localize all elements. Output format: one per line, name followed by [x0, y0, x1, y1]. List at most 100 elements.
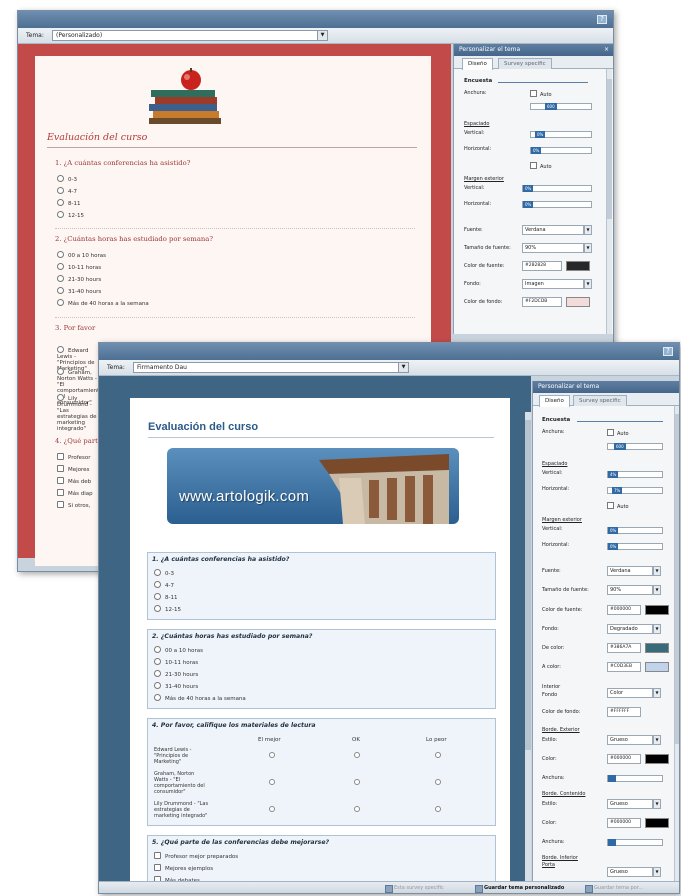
chevron-down-icon[interactable]: ▼ — [398, 363, 408, 372]
chevron-down-icon[interactable]: ▼ — [653, 867, 661, 877]
tab-survey-specific[interactable]: Survey specific — [573, 395, 627, 406]
matrix-radio[interactable] — [435, 806, 441, 812]
font-color-swatch[interactable] — [566, 261, 590, 271]
font-size-select[interactable]: 90% ▼ — [607, 585, 661, 595]
font-select[interactable]: Verdana ▼ — [607, 566, 661, 576]
radio-option[interactable]: 10-11 horas — [154, 658, 198, 666]
matrix-radio[interactable] — [354, 752, 360, 758]
from-color-swatch[interactable] — [645, 643, 669, 653]
radio-option[interactable]: 12-15 — [154, 605, 181, 613]
panel-scrollbar[interactable] — [606, 69, 612, 334]
vertical-slider[interactable]: 0% — [530, 131, 592, 138]
radio-option[interactable]: 8-11 — [154, 593, 177, 601]
font-select[interactable]: Verdana ▼ — [522, 225, 592, 235]
slider-knob[interactable]: 0% — [531, 147, 542, 154]
chevron-down-icon[interactable]: ▼ — [653, 688, 661, 698]
background-select[interactable]: Imagen ▼ — [522, 279, 592, 289]
font-color-input[interactable]: #282828 — [522, 261, 562, 271]
horizontal-slider[interactable]: 7% — [607, 487, 663, 494]
theme-select[interactable]: (Personalizado) ▼ — [52, 30, 328, 41]
from-color-input[interactable]: #386A7A — [607, 643, 641, 653]
font-color-swatch[interactable] — [645, 605, 669, 615]
matrix-radio[interactable] — [435, 779, 441, 785]
checkbox-option[interactable]: Mejores — [57, 465, 89, 473]
radio-option[interactable]: 0-3 — [57, 175, 77, 183]
matrix-radio[interactable] — [269, 779, 275, 785]
checkbox-option[interactable]: Más deb — [57, 477, 91, 485]
background-color-swatch[interactable] — [566, 297, 590, 307]
outer-vertical-slider[interactable]: 0% — [607, 527, 663, 534]
checkbox-option[interactable]: Profesor mejor preparados — [154, 852, 238, 860]
border-width-slider[interactable] — [607, 839, 663, 846]
section-survey[interactable]: Encuesta — [464, 78, 492, 84]
scrollbar-thumb[interactable] — [675, 414, 679, 744]
outer-vertical-slider[interactable]: 0% — [522, 185, 592, 192]
matrix-radio[interactable] — [435, 752, 441, 758]
radio-option[interactable]: 21-30 hours — [57, 275, 101, 283]
chevron-down-icon[interactable]: ▼ — [653, 585, 661, 595]
width-slider[interactable]: 600 — [607, 443, 663, 450]
radio-option[interactable]: 21-30 hours — [154, 670, 198, 678]
auto-checkbox[interactable]: Auto — [530, 162, 552, 170]
font-size-select[interactable]: 90% ▼ — [522, 243, 592, 253]
tab-design[interactable]: Diseño — [462, 58, 493, 70]
checkbox-option[interactable]: Profesor — [57, 453, 91, 461]
slider-knob[interactable] — [608, 839, 616, 846]
radio-option[interactable]: 00 a 10 horas — [154, 646, 203, 654]
chevron-down-icon[interactable]: ▼ — [584, 243, 592, 253]
matrix-radio[interactable] — [269, 806, 275, 812]
border-width-slider[interactable] — [607, 775, 663, 782]
matrix-radio[interactable] — [354, 779, 360, 785]
section-survey[interactable]: Encuesta — [542, 417, 570, 423]
border-color-input[interactable]: #000000 — [607, 754, 641, 764]
slider-knob[interactable]: 600 — [545, 103, 557, 110]
slider-knob[interactable]: 0% — [523, 201, 534, 208]
bg-color-input[interactable]: #FFFFFF — [607, 707, 641, 717]
border-color-swatch[interactable] — [645, 818, 669, 828]
chevron-down-icon[interactable]: ▼ — [653, 624, 661, 634]
background-color-input[interactable]: #F2DCDB — [522, 297, 562, 307]
slider-knob[interactable]: 0% — [535, 131, 546, 138]
radio-option[interactable]: Más de 40 horas a la semana — [57, 299, 149, 307]
save-theme-as-button[interactable]: Guardar tema por... — [585, 884, 643, 893]
width-auto-checkbox[interactable]: Auto — [607, 429, 629, 437]
radio-option[interactable]: 31-40 hours — [154, 682, 198, 690]
window-control-icon[interactable]: ? — [597, 15, 607, 24]
canvas-scrollbar[interactable] — [525, 412, 531, 893]
border-style-select[interactable]: Grueso ▼ — [607, 867, 661, 877]
border-color-swatch[interactable] — [645, 754, 669, 764]
radio-option[interactable]: 10-11 horas — [57, 263, 101, 271]
matrix-radio[interactable] — [269, 752, 275, 758]
slider-knob[interactable]: 7% — [612, 487, 623, 494]
window-control-icon[interactable]: ? — [663, 347, 673, 356]
slider-knob[interactable]: 0% — [608, 543, 619, 550]
slider-knob[interactable]: 0% — [608, 527, 619, 534]
outer-horizontal-slider[interactable]: 0% — [607, 543, 663, 550]
radio-option[interactable]: 0-3 — [154, 569, 174, 577]
outer-horizontal-slider[interactable]: 0% — [522, 201, 592, 208]
chevron-down-icon[interactable]: ▼ — [584, 225, 592, 235]
width-auto-checkbox[interactable]: Auto — [530, 90, 552, 98]
panel-scrollbar[interactable] — [674, 406, 679, 883]
tab-design[interactable]: Diseño — [539, 395, 570, 407]
border-style-select[interactable]: Grueso ▼ — [607, 799, 661, 809]
width-slider[interactable]: 600 — [530, 103, 592, 110]
theme-select[interactable]: Firmamento Dau ▼ — [133, 362, 409, 373]
chevron-down-icon[interactable]: ▼ — [653, 735, 661, 745]
checkbox-option[interactable]: Si otros, — [57, 501, 90, 509]
tab-survey-specific[interactable]: Survey specific — [498, 58, 552, 69]
slider-knob[interactable] — [608, 775, 616, 782]
to-color-input[interactable]: #C0D3EB — [607, 662, 641, 672]
save-custom-theme-button[interactable]: Guardar tema personalizado — [475, 884, 564, 893]
radio-option[interactable]: 4-7 — [154, 581, 174, 589]
close-icon[interactable]: × — [604, 44, 609, 56]
vertical-slider[interactable]: 4% — [607, 471, 663, 478]
slider-knob[interactable]: 600 — [614, 443, 626, 450]
slider-knob[interactable]: 0% — [523, 185, 534, 192]
matrix-radio[interactable] — [354, 806, 360, 812]
border-color-input[interactable]: #000000 — [607, 818, 641, 828]
inner-background-select[interactable]: Color ▼ — [607, 688, 661, 698]
checkbox-option[interactable]: Más diap — [57, 489, 93, 497]
scrollbar-thumb[interactable] — [525, 420, 531, 750]
auto-checkbox[interactable]: Auto — [607, 502, 629, 510]
